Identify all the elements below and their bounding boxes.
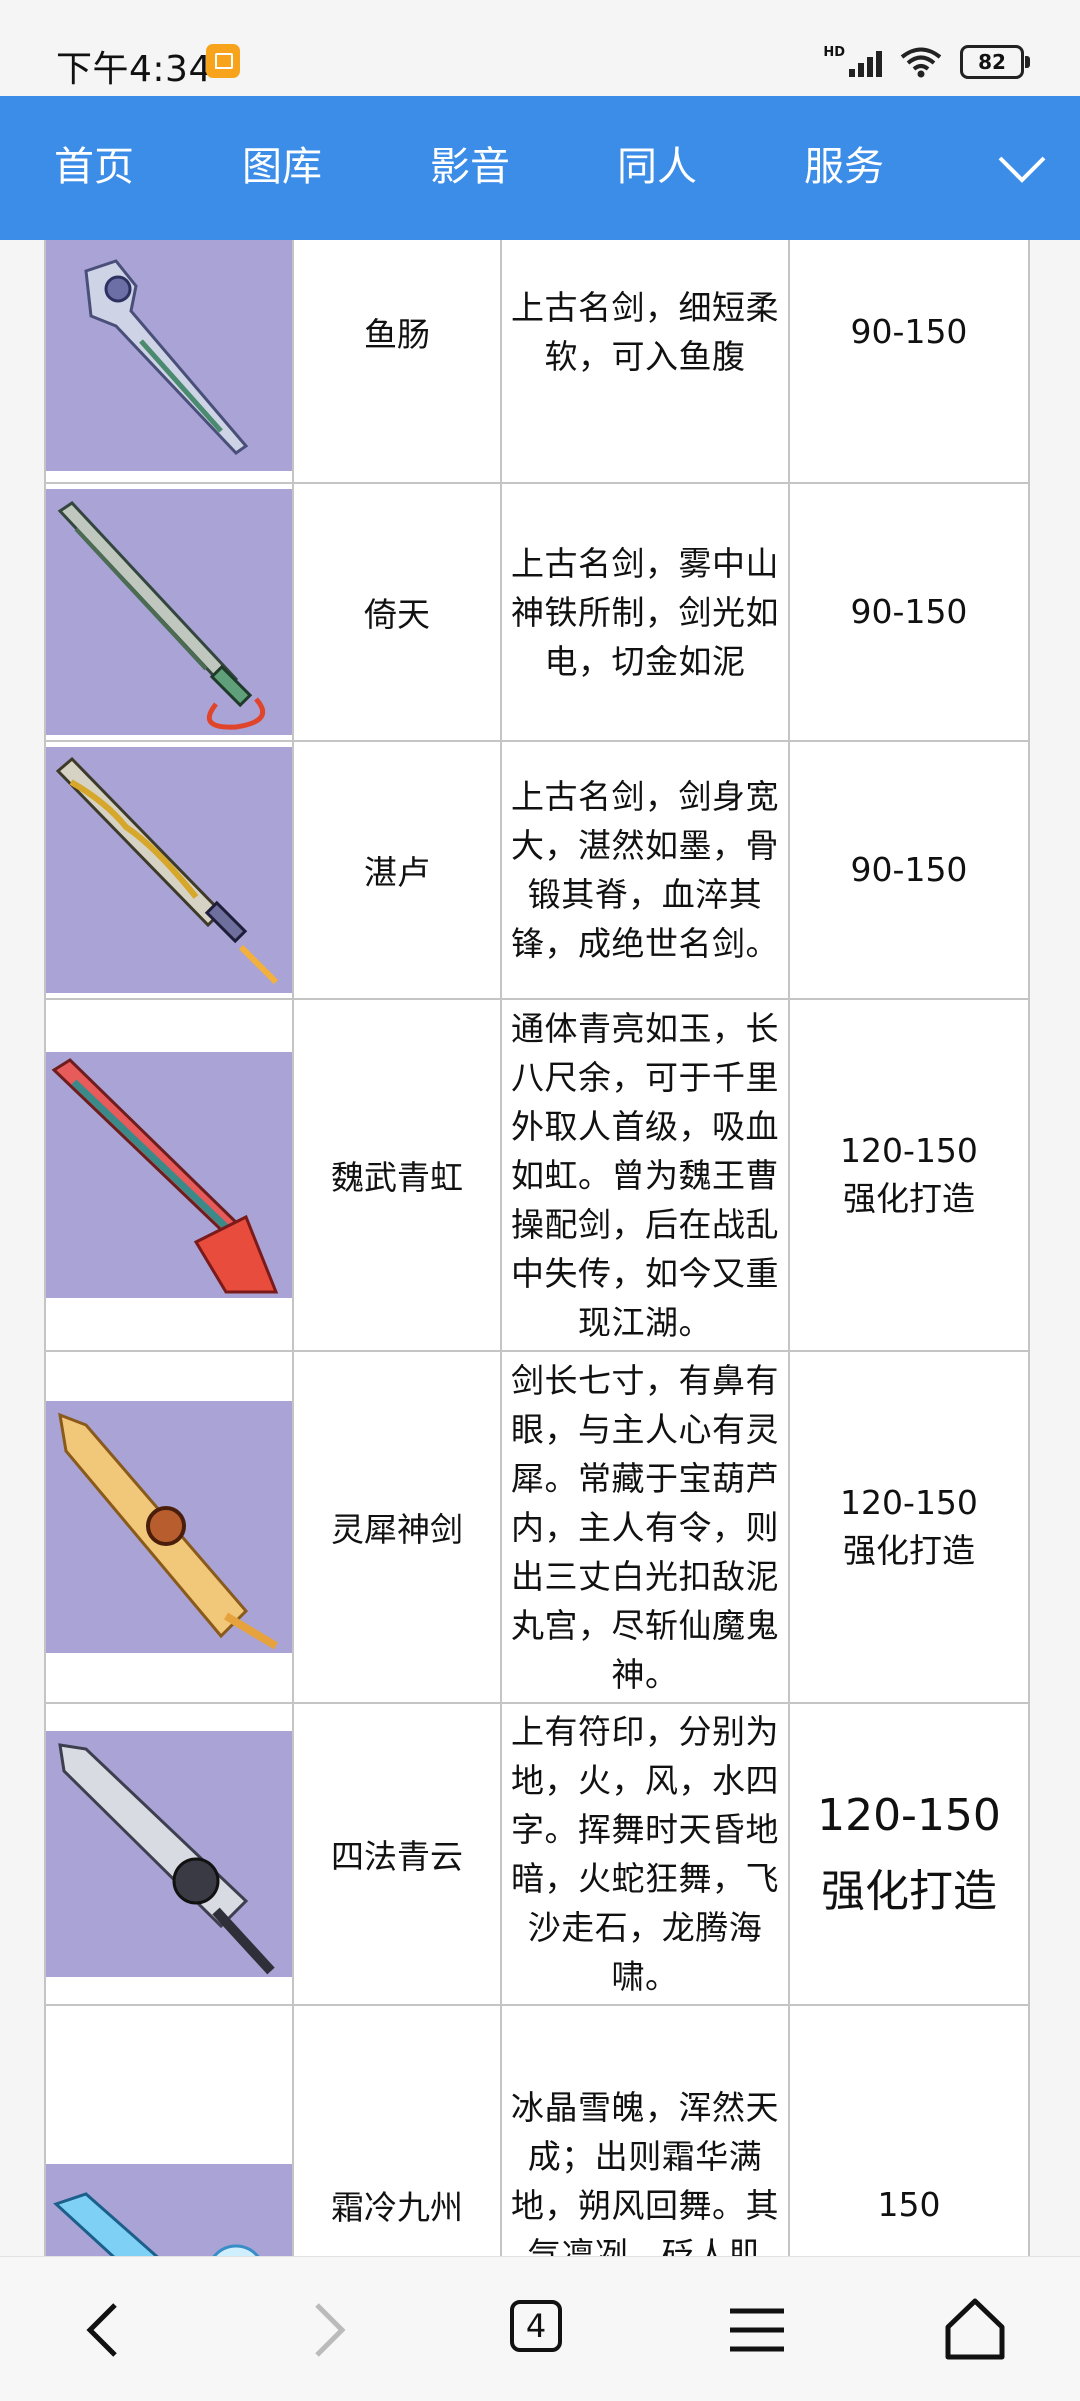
weapon-name: 四法青云 <box>292 1702 502 2006</box>
weapon-level-range: 120-150 <box>840 1483 978 1522</box>
weapon-level-note: 强化打造 <box>843 1179 975 1218</box>
weapon-desc: 剑长七寸，有鼻有眼，与主人心有灵犀。常藏于宝葫芦内，主人有令，则出三丈白光扣敌泥… <box>500 1350 790 1704</box>
table-row: 鱼肠 上古名剑，细短柔软，可入鱼腹 90-150 <box>44 240 1030 484</box>
weapon-image-cell <box>44 240 294 484</box>
weapon-desc: 通体青亮如玉，长八尺余，可于千里外取人首级，吸血如虹。曾为魏王曹操配剑，后在战乱… <box>500 998 790 1352</box>
weapon-image <box>46 747 292 993</box>
nav-home[interactable]: 首页 <box>54 142 134 192</box>
weapon-table-container[interactable]: 鱼肠 上古名剑，细短柔软，可入鱼腹 90-150 倚天 上古名剑，雾中山神铁所制… <box>0 240 1080 2256</box>
weapon-image-cell <box>44 998 294 1352</box>
weapon-desc: 上有符印，分别为地，火，风，水四字。挥舞时天昏地暗，火蛇狂舞，飞沙走石，龙腾海啸… <box>500 1702 790 2006</box>
weapon-image-cell <box>44 482 294 742</box>
weapon-image-cell <box>44 2004 294 2256</box>
nav-media[interactable]: 影音 <box>430 142 510 192</box>
wifi-icon <box>900 47 942 78</box>
weapon-image-cell <box>44 1702 294 2006</box>
weapon-name: 灵犀神剑 <box>292 1350 502 1704</box>
table-row: 四法青云 上有符印，分别为地，火，风，水四字。挥舞时天昏地暗，火蛇狂舞，飞沙走石… <box>44 1702 1030 2006</box>
weapon-level: 120-150 强化打造 <box>788 1350 1030 1704</box>
weapon-level-range: 120-150 <box>817 1790 1001 1841</box>
weapon-table: 鱼肠 上古名剑，细短柔软，可入鱼腹 90-150 倚天 上古名剑，雾中山神铁所制… <box>44 240 1030 2256</box>
weapon-image-cell <box>44 740 294 1000</box>
weapon-level: 120-150 强化打造 <box>788 1702 1030 2006</box>
weapon-name: 霜冷九州 <box>292 2004 502 2256</box>
signal-icon <box>849 47 882 77</box>
weapon-name: 倚天 <box>292 482 502 742</box>
bottom-navigation: 4 <box>0 2256 1080 2401</box>
weapon-image <box>46 2164 292 2256</box>
weapon-name: 湛卢 <box>292 740 502 1000</box>
weapon-image <box>46 240 292 471</box>
weapon-name: 鱼肠 <box>292 240 502 484</box>
weapon-image <box>46 1401 292 1653</box>
weapon-name: 魏武青虹 <box>292 998 502 1352</box>
weapon-level: 90-150 <box>788 240 1030 484</box>
chevron-down-icon[interactable] <box>994 144 1050 194</box>
weapon-image <box>46 489 292 735</box>
tabs-button[interactable]: 4 <box>495 2285 585 2375</box>
weapon-level: 150 <box>788 2004 1030 2256</box>
nav-service[interactable]: 服务 <box>804 142 884 192</box>
table-row: 灵犀神剑 剑长七寸，有鼻有眼，与主人心有灵犀。常藏于宝葫芦内，主人有令，则出三丈… <box>44 1350 1030 1704</box>
weapon-level: 90-150 <box>788 482 1030 742</box>
forward-icon[interactable] <box>282 2285 372 2375</box>
notification-icon <box>206 44 240 78</box>
tabs-icon: 4 <box>510 2300 562 2352</box>
table-row: 霜冷九州 冰晶雪魄，浑然天成；出则霜华满地，朔风回舞。其气凛冽，砭人肌骨；其意萧… <box>44 2004 1030 2256</box>
home-icon[interactable] <box>930 2285 1020 2375</box>
back-icon[interactable] <box>60 2285 150 2375</box>
status-bar: 下午4:34 HD 82 <box>0 0 1080 96</box>
table-row: 倚天 上古名剑，雾中山神铁所制，剑光如电，切金如泥 90-150 <box>44 482 1030 742</box>
table-row: 魏武青虹 通体青亮如玉，长八尺余，可于千里外取人首级，吸血如虹。曾为魏王曹操配剑… <box>44 998 1030 1352</box>
nav-fan[interactable]: 同人 <box>617 142 697 192</box>
weapon-level-note: 强化打造 <box>843 1531 975 1570</box>
menu-icon[interactable] <box>712 2285 802 2375</box>
nav-gallery[interactable]: 图库 <box>242 142 322 192</box>
weapon-level-note: 强化打造 <box>821 1866 997 1917</box>
weapon-image-cell <box>44 1350 294 1704</box>
battery-icon: 82 <box>960 45 1030 79</box>
battery-level: 82 <box>978 50 1006 74</box>
weapon-desc: 上古名剑，剑身宽大，湛然如墨，骨锻其脊，血淬其锋，成绝世名剑。 <box>500 740 790 1000</box>
weapon-level-range: 120-150 <box>840 1131 978 1170</box>
top-navigation: 首页 图库 影音 同人 服务 <box>0 96 1080 240</box>
weapon-level: 90-150 <box>788 740 1030 1000</box>
weapon-desc: 上古名剑，雾中山神铁所制，剑光如电，切金如泥 <box>500 482 790 742</box>
weapon-desc: 冰晶雪魄，浑然天成；出则霜华满地，朔风回舞。其气凛冽，砭人肌骨；其意萧条，山 <box>500 2004 790 2256</box>
tabs-count: 4 <box>525 2307 547 2345</box>
weapon-image <box>46 1052 292 1298</box>
table-row: 湛卢 上古名剑，剑身宽大，湛然如墨，骨锻其脊，血淬其锋，成绝世名剑。 90-15… <box>44 740 1030 1000</box>
weapon-desc: 上古名剑，细短柔软，可入鱼腹 <box>500 240 790 484</box>
hd-label: HD <box>823 44 845 60</box>
status-icons: HD 82 <box>823 42 1030 82</box>
weapon-level: 120-150 强化打造 <box>788 998 1030 1352</box>
status-time: 下午4:34 <box>56 49 212 90</box>
weapon-image <box>46 1731 292 1977</box>
